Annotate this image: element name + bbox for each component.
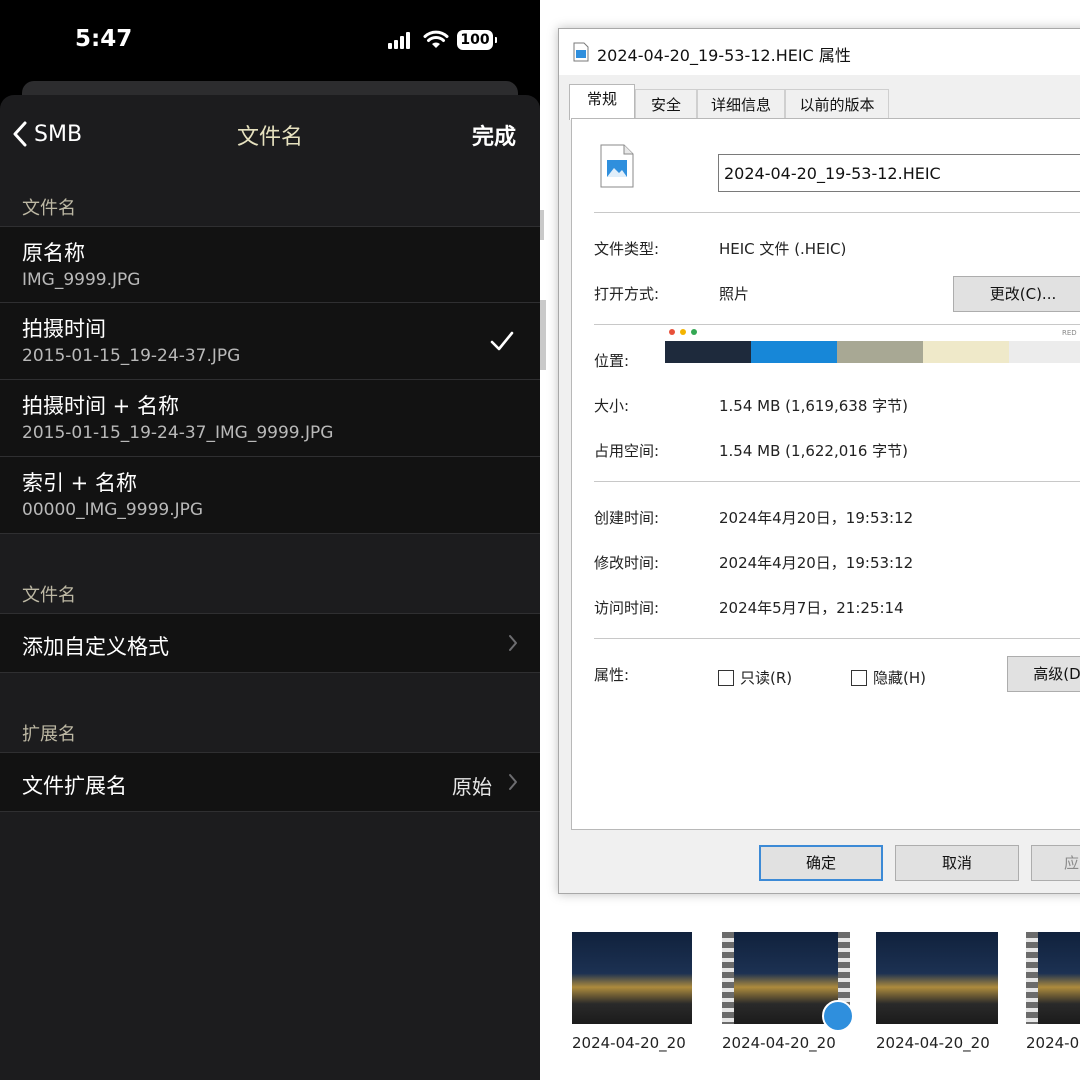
option-capture-time[interactable]: 拍摄时间 2015-01-15_19-24-37.JPG	[0, 303, 540, 380]
location-color-block	[1009, 341, 1080, 363]
checkbox-box	[718, 669, 734, 686]
created-label: 创建时间:	[594, 509, 660, 527]
ok-button[interactable]: 确定	[759, 845, 883, 881]
thumbnail-caption: 2024-04-20_20	[722, 1034, 836, 1052]
sync-badge-icon	[822, 1000, 854, 1032]
add-custom-format-row[interactable]: 添加自定义格式	[0, 613, 540, 673]
option-title: 拍摄时间	[22, 317, 106, 341]
divider	[594, 212, 1080, 213]
video-thumbnail[interactable]	[1026, 932, 1080, 1024]
location-color-block	[837, 341, 923, 363]
filename-field[interactable]	[718, 154, 1080, 192]
open-with-value: 照片	[719, 285, 750, 303]
battery-icon: 100	[457, 30, 497, 50]
created-value: 2024年4月20日，19:53:12	[719, 509, 914, 527]
file-extension-label: 文件扩展名	[22, 774, 127, 798]
photo-thumbnail[interactable]	[572, 932, 692, 1024]
location-color-block	[751, 341, 837, 363]
status-time: 5:47	[75, 26, 133, 52]
settings-sheet: SMB 文件名 完成 文件名 原名称 IMG_9999.JPG 拍摄时间 201…	[0, 95, 540, 1080]
thumbnail-caption: 2024-04-20_20	[876, 1034, 990, 1052]
file-extension-row[interactable]: 文件扩展名 原始	[0, 752, 540, 812]
checkmark-icon	[490, 331, 514, 351]
option-original-name[interactable]: 原名称 IMG_9999.JPG	[0, 226, 540, 303]
add-custom-format-label: 添加自定义格式	[22, 635, 169, 659]
option-example: 00000_IMG_9999.JPG	[22, 500, 204, 520]
option-index-plus-name[interactable]: 索引 + 名称 00000_IMG_9999.JPG	[0, 457, 540, 534]
window-controls-thumbnail	[669, 329, 697, 335]
film-strip	[722, 932, 734, 1024]
tab-general[interactable]: 常规	[569, 84, 635, 120]
section-header-filename: 文件名	[22, 198, 76, 219]
checkbox-box	[851, 669, 867, 686]
modified-value: 2024年4月20日，19:53:12	[719, 554, 914, 572]
readonly-checkbox[interactable]: 只读(R)	[718, 667, 792, 688]
file-extension-value: 原始	[452, 775, 492, 799]
dialog-title: 2024-04-20_19-53-12.HEIC 属性	[597, 46, 851, 65]
accessed-label: 访问时间:	[594, 599, 660, 617]
navigation-bar: SMB 文件名 完成	[0, 95, 540, 171]
status-bar: 5:47 100	[0, 0, 540, 80]
location-color-block	[923, 341, 1009, 363]
size-value: 1.54 MB (1,619,638 字节)	[719, 397, 908, 415]
section-header-extension: 扩展名	[22, 724, 76, 745]
chevron-right-icon	[509, 774, 517, 790]
image-file-icon	[600, 144, 634, 188]
size-label: 大小:	[594, 397, 630, 415]
disk-size-value: 1.54 MB (1,622,016 字节)	[719, 442, 908, 460]
thumbnail-caption: 2024-0	[1026, 1034, 1080, 1052]
option-example: 2015-01-15_19-24-37_IMG_9999.JPG	[22, 423, 334, 443]
thumbnail-caption: 2024-04-20_20	[572, 1034, 686, 1052]
option-title: 原名称	[22, 241, 85, 265]
tab-security[interactable]: 安全	[635, 89, 697, 119]
disk-size-label: 占用空间:	[594, 442, 660, 460]
photo-thumbnail[interactable]	[876, 932, 998, 1024]
location-label: 位置:	[594, 352, 630, 370]
chevron-right-icon	[509, 635, 517, 651]
page-title: 文件名	[236, 125, 303, 150]
option-title: 索引 + 名称	[22, 471, 137, 495]
video-thumbnail[interactable]	[722, 932, 854, 1032]
option-capture-time-plus-name[interactable]: 拍摄时间 + 名称 2015-01-15_19-24-37_IMG_9999.J…	[0, 380, 540, 457]
general-tab-panel: 文件类型: HEIC 文件 (.HEIC) 打开方式: 照片 更改(C)... …	[571, 118, 1080, 830]
advanced-button[interactable]: 高级(D	[1007, 656, 1080, 692]
option-example: IMG_9999.JPG	[22, 270, 141, 290]
wifi-icon	[423, 30, 449, 48]
divider	[594, 638, 1080, 639]
hidden-label: 隐藏(H)	[873, 669, 926, 687]
image-file-icon	[573, 42, 589, 62]
cancel-button[interactable]: 取消	[895, 845, 1019, 881]
phone-screen: 5:47 100 SMB 文件名 完成 文件名 原名称 IMG_9999.JPG…	[0, 0, 540, 1080]
background-window-edge	[540, 300, 546, 370]
windows-desktop: 2024-04-20_19-53-12.HEIC 属性 常规 安全 详细信息 以…	[540, 0, 1080, 1080]
file-type-value: HEIC 文件 (.HEIC)	[719, 240, 847, 258]
film-strip	[1026, 932, 1038, 1024]
properties-dialog: 2024-04-20_19-53-12.HEIC 属性 常规 安全 详细信息 以…	[558, 28, 1080, 894]
modified-label: 修改时间:	[594, 554, 660, 572]
tab-previous-versions[interactable]: 以前的版本	[785, 89, 889, 119]
cellular-signal-icon	[388, 32, 412, 49]
accessed-value: 2024年5月7日，21:25:14	[719, 599, 904, 617]
apply-button[interactable]: 应	[1031, 845, 1080, 881]
attributes-label: 属性:	[594, 666, 630, 684]
open-with-label: 打开方式:	[594, 285, 660, 303]
section-header-filename-custom: 文件名	[22, 585, 76, 606]
divider	[594, 324, 1080, 325]
tab-details[interactable]: 详细信息	[697, 89, 785, 119]
change-button[interactable]: 更改(C)...	[953, 276, 1080, 312]
file-type-label: 文件类型:	[594, 240, 660, 258]
location-color-block	[665, 341, 751, 363]
dialog-titlebar[interactable]: 2024-04-20_19-53-12.HEIC 属性	[559, 29, 1080, 75]
background-window-edge	[540, 210, 544, 240]
divider	[594, 481, 1080, 482]
done-button[interactable]: 完成	[472, 119, 516, 151]
option-example: 2015-01-15_19-24-37.JPG	[22, 346, 241, 366]
location-thumbnail-text: RED	[1062, 329, 1077, 337]
hidden-checkbox[interactable]: 隐藏(H)	[851, 667, 926, 688]
readonly-label: 只读(R)	[740, 669, 793, 687]
location-path-thumbnail	[665, 341, 1080, 363]
option-title: 拍摄时间 + 名称	[22, 394, 179, 418]
